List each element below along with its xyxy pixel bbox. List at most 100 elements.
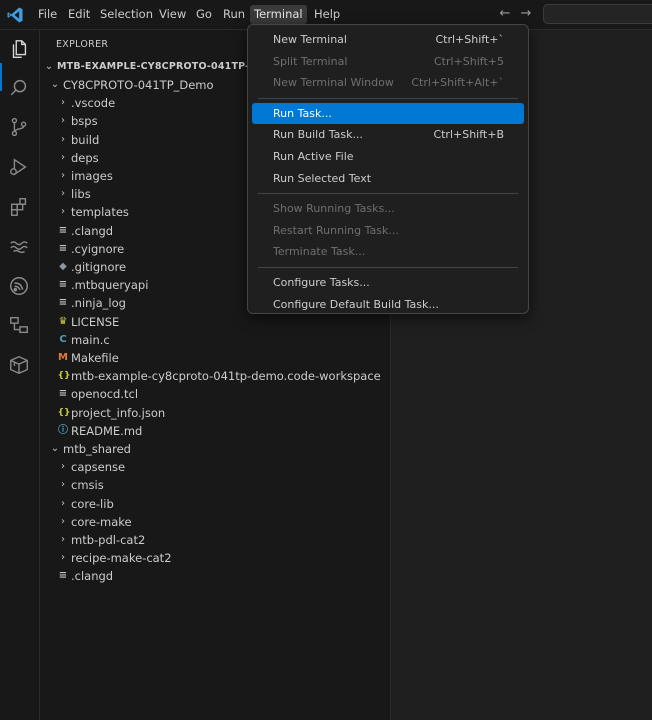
menu-item-new-terminal-window: New Terminal Window Ctrl+Shift+Alt+` bbox=[252, 72, 524, 93]
menu-item-restart-running-task: Restart Running Task... bbox=[252, 220, 524, 241]
menu-separator bbox=[258, 97, 518, 99]
menu-item-configure-tasks[interactable]: Configure Tasks... bbox=[252, 272, 524, 293]
json-icon: {} bbox=[57, 371, 71, 382]
search-icon[interactable] bbox=[8, 77, 30, 99]
menu-item-run-task[interactable]: Run Task... bbox=[252, 102, 524, 124]
file-lines-icon: ≡ bbox=[58, 242, 68, 254]
extensions-icon[interactable] bbox=[8, 196, 30, 218]
license-icon: ♛ bbox=[58, 315, 68, 327]
menu-item-show-running-tasks: Show Running Tasks... bbox=[252, 198, 524, 219]
tree-file[interactable]: M Makefile bbox=[40, 349, 390, 367]
chevron-right-icon: › bbox=[61, 534, 65, 545]
explorer-icon[interactable] bbox=[8, 38, 30, 60]
menu-item-label: Configure Default Build Task... bbox=[273, 297, 439, 311]
tree-item-label: core-make bbox=[71, 514, 132, 529]
terminal-menu-dropdown: New Terminal Ctrl+Shift+` Split Terminal Ct… bbox=[247, 24, 529, 314]
info-icon: ⓘ bbox=[58, 424, 68, 436]
menu-go[interactable]: Go bbox=[192, 5, 216, 24]
menu-item-terminate-task: Terminate Task... bbox=[252, 241, 524, 262]
file-lines-icon: ≡ bbox=[58, 224, 68, 236]
menu-item-new-terminal[interactable]: New Terminal Ctrl+Shift+` bbox=[252, 29, 524, 50]
run-debug-icon[interactable] bbox=[8, 156, 30, 178]
tree-item-label: .clangd bbox=[71, 223, 114, 238]
menu-terminal[interactable]: Terminal bbox=[250, 5, 307, 24]
tree-item-label: recipe-make-cat2 bbox=[71, 551, 172, 566]
menu-item-label: Run Task... bbox=[273, 106, 332, 120]
arrow-right-icon[interactable]: → bbox=[518, 6, 534, 22]
file-lines-icon: ≡ bbox=[58, 297, 68, 309]
tree-item-label: deps bbox=[71, 150, 99, 165]
tree-item-label: core-lib bbox=[71, 496, 114, 511]
menu-separator bbox=[258, 267, 518, 268]
tree-file[interactable]: {} mtb-example-cy8cproto-041tp-demo.code-… bbox=[40, 367, 390, 385]
chevron-right-icon: › bbox=[61, 552, 65, 564]
tree-item-label: cmsis bbox=[71, 478, 104, 493]
tree-file[interactable]: Cmain.c bbox=[40, 331, 390, 349]
chevron-right-icon: › bbox=[61, 479, 65, 491]
git-icon: ◆ bbox=[59, 261, 67, 272]
tree-item-label: .clangd bbox=[71, 569, 114, 584]
chevron-right-icon: › bbox=[61, 151, 65, 163]
chevron-right-icon: › bbox=[61, 206, 65, 218]
chevron-right-icon: › bbox=[61, 461, 65, 473]
tree-item-label: templates bbox=[71, 205, 129, 220]
espressif-icon[interactable] bbox=[8, 275, 30, 297]
tree-item-label: libs bbox=[71, 187, 91, 202]
menu-item-label: Run Selected Text bbox=[273, 171, 372, 185]
file-lines-icon: ≡ bbox=[58, 570, 68, 582]
menu-run[interactable]: Run bbox=[219, 5, 249, 24]
tree-file[interactable]: ⓘ README.md bbox=[40, 422, 390, 440]
tree-item-label: .cyignore bbox=[71, 241, 125, 256]
menu-edit[interactable]: Edit bbox=[64, 5, 94, 24]
tree-item-label: images bbox=[71, 169, 113, 183]
command-center-search[interactable] bbox=[543, 4, 652, 24]
menu-selection[interactable]: Selection bbox=[96, 5, 157, 24]
menu-item-configure-default-build-task[interactable]: Configure Default Build Task... bbox=[252, 294, 524, 315]
menu-item-run-build-task[interactable]: Run Build Task... Ctrl+Shift+B bbox=[252, 124, 524, 145]
file-lines-icon: ≡ bbox=[58, 279, 68, 291]
tree-folder[interactable]: › mtb-pdl-cat2 bbox=[40, 531, 390, 549]
chevron-right-icon: › bbox=[61, 133, 65, 145]
menu-item-run-active-file[interactable]: Run Active File bbox=[252, 146, 524, 167]
tree-item-label: .gitignore bbox=[71, 260, 127, 274]
tree-folder[interactable]: › cmsis bbox=[40, 476, 390, 494]
tree-item-label: .ninja_log bbox=[71, 296, 126, 311]
tree-item-label: README.md bbox=[71, 423, 143, 438]
menu-item-label: Split Terminal bbox=[273, 54, 348, 68]
menu-item-shortcut: Ctrl+Shift+B bbox=[433, 128, 504, 142]
menu-separator bbox=[258, 193, 518, 195]
menu-item-label: Terminate Task... bbox=[273, 245, 366, 259]
menu-help[interactable]: Help bbox=[310, 5, 344, 24]
chevron-down-icon: ⌄ bbox=[44, 61, 54, 72]
tree-item-label: CY8CPROTO-041TP_Demo bbox=[63, 78, 214, 92]
sidebar-title: EXPLORER bbox=[56, 39, 109, 50]
tree-item-label: Makefile bbox=[71, 351, 119, 365]
tree-file[interactable]: ♛ LICENSE bbox=[40, 313, 390, 331]
menu-item-label: Run Build Task... bbox=[273, 128, 363, 142]
source-control-icon[interactable] bbox=[8, 116, 30, 138]
menu-view[interactable]: View bbox=[155, 5, 190, 24]
modustoolbox-icon[interactable] bbox=[8, 235, 30, 257]
menu-item-label: Restart Running Task... bbox=[273, 223, 399, 237]
tree-file[interactable]: ≡ .clangd bbox=[40, 567, 390, 585]
tree-item-label: mtb-example-cy8cproto-041tp-demo.code-wo… bbox=[71, 369, 381, 384]
tree-file[interactable]: ≡ openocd.tcl bbox=[40, 385, 390, 403]
c-file-icon: C bbox=[59, 333, 67, 345]
tree-folder[interactable]: › capsense bbox=[40, 458, 390, 476]
menu-file[interactable]: File bbox=[34, 5, 61, 24]
remote-explorer-icon[interactable] bbox=[8, 314, 30, 336]
package-icon[interactable] bbox=[8, 354, 30, 376]
tree-folder[interactable]: › recipe-make-cat2 bbox=[40, 549, 390, 567]
tree-folder[interactable]: › core-make bbox=[40, 513, 390, 531]
arrow-left-icon[interactable]: ← bbox=[497, 6, 513, 22]
menu-item-shortcut: Ctrl+Shift+` bbox=[435, 33, 504, 46]
menu-item-run-selected-text[interactable]: Run Selected Text bbox=[252, 168, 524, 189]
tree-file[interactable]: {} project_info.json bbox=[40, 404, 390, 422]
tree-item-label: LICENSE bbox=[71, 314, 120, 329]
tree-folder[interactable]: ⌄ mtb_shared bbox=[40, 440, 390, 458]
menu-item-label: Show Running Tasks... bbox=[273, 202, 395, 216]
tree-folder[interactable]: › core-lib bbox=[40, 495, 390, 513]
chevron-down-icon: ⌄ bbox=[50, 443, 60, 454]
tree-item-label: .mtbqueryapi bbox=[71, 278, 149, 293]
tree-item-label: main.c bbox=[71, 332, 110, 347]
